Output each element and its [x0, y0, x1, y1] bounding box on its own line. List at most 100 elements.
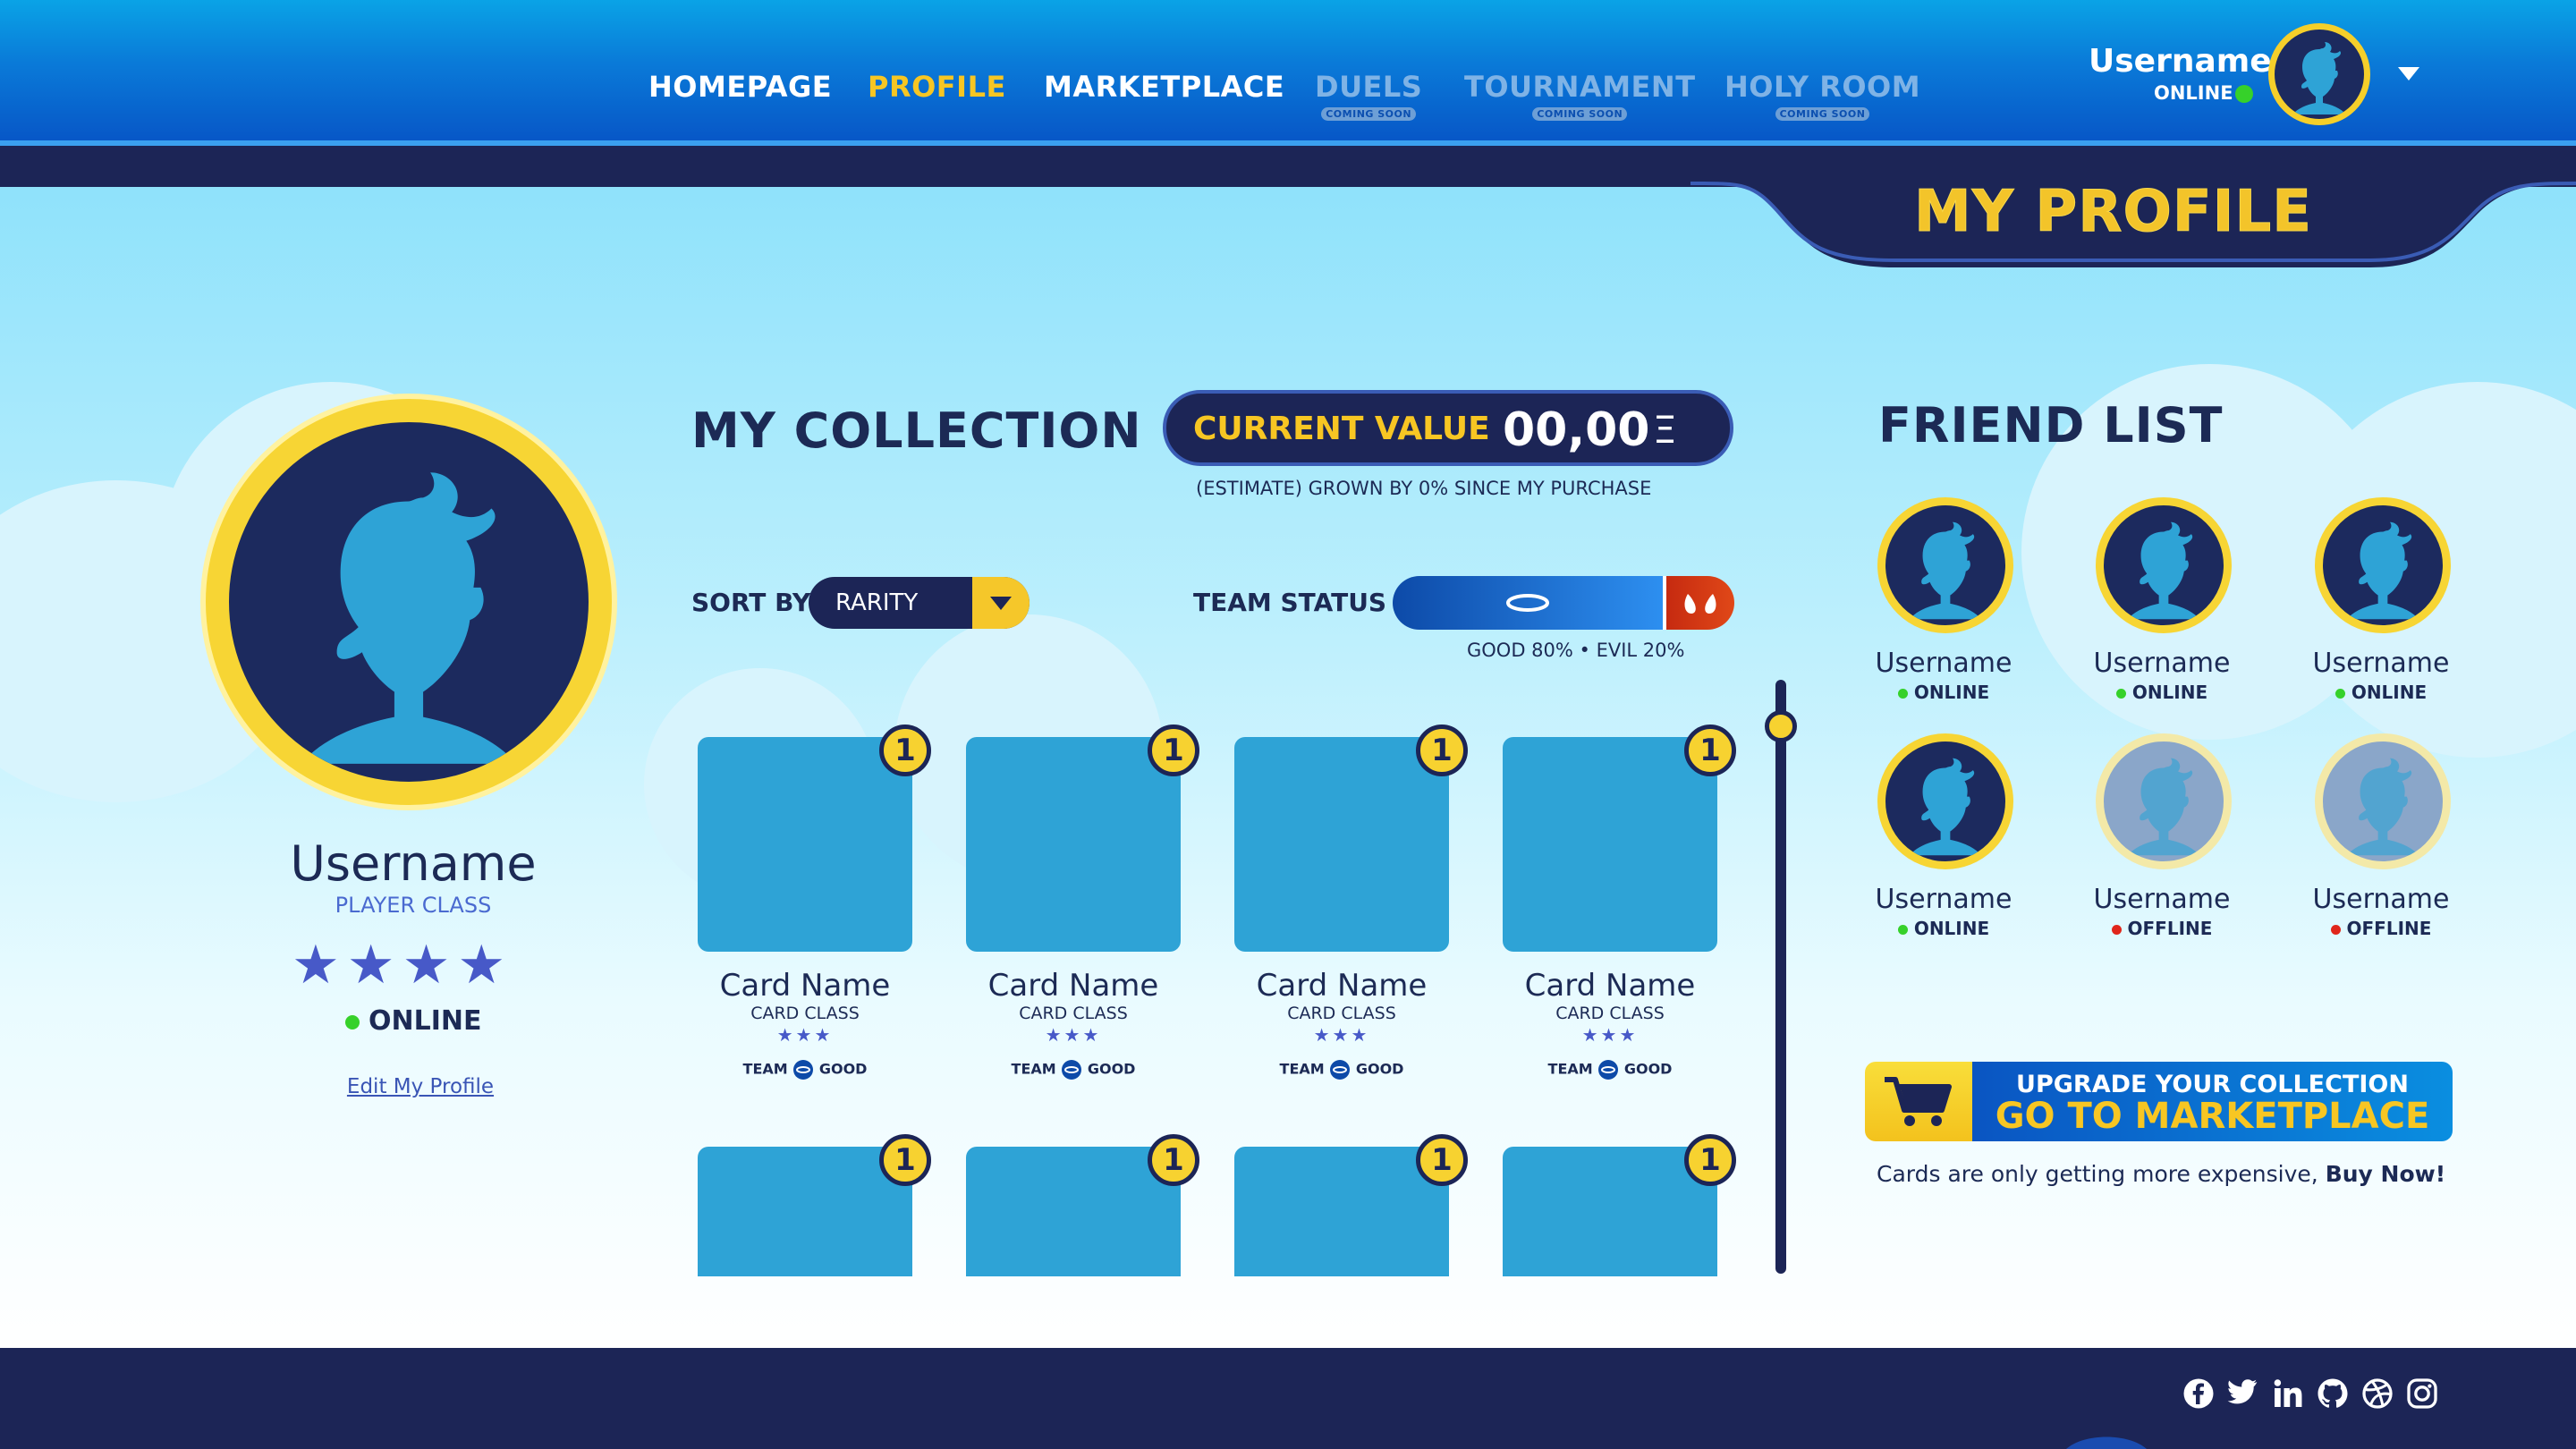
ethereum-icon: Ξ: [1653, 408, 1677, 452]
devil-horns-icon: [1684, 594, 1716, 614]
facebook-icon[interactable]: [2182, 1377, 2215, 1410]
card-count-badge: 1: [1148, 1134, 1199, 1186]
star-icon: ★: [402, 934, 458, 996]
current-value-label: CURRENT VALUE: [1193, 411, 1490, 447]
profile-avatar: [206, 399, 612, 805]
online-dot: [2115, 689, 2126, 699]
user-silhouette-icon: [2323, 741, 2443, 861]
team-evil-bar: [1665, 576, 1734, 630]
team-good-bar: [1393, 576, 1663, 630]
friend-avatar[interactable]: [2315, 733, 2451, 869]
page-title: MY PROFILE: [1914, 179, 2312, 246]
card-image[interactable]: [1234, 737, 1449, 952]
cta-line-1: UPGRADE YOUR COLLECTION: [2016, 1071, 2409, 1098]
card-count-badge: 1: [1148, 724, 1199, 776]
footer-decoration: [2066, 1436, 2147, 1449]
star-icon: ★: [776, 1024, 796, 1046]
current-value-amount: 00,00: [1503, 403, 1650, 457]
card-count-badge: 1: [1416, 724, 1468, 776]
profile-status: ONLINE: [206, 1005, 621, 1037]
online-dot: [1897, 689, 1908, 699]
nav-holy-room[interactable]: HOLY ROOM COMING SOON: [1724, 70, 1920, 121]
halo-icon: [1062, 1060, 1082, 1080]
friend-status: ONLINE: [1836, 918, 2051, 939]
friend-username: Username: [1875, 884, 2012, 915]
friend-username: Username: [2312, 884, 2450, 915]
friend-status: ONLINE: [1836, 682, 2051, 703]
instagram-icon[interactable]: [2406, 1377, 2438, 1410]
card-stars: ★★★: [1503, 1024, 1717, 1046]
card-image[interactable]: [1503, 737, 1717, 952]
nav-tournament[interactable]: TOURNAMENT COMING SOON: [1464, 70, 1696, 121]
nav-duels[interactable]: DUELS COMING SOON: [1315, 70, 1422, 121]
edit-profile-link[interactable]: Edit My Profile: [331, 1075, 510, 1098]
dribbble-icon[interactable]: [2361, 1377, 2394, 1410]
card-stars: ★★★: [1234, 1024, 1449, 1046]
card-name: Card Name: [1524, 968, 1696, 1004]
card-count-badge: 1: [1684, 724, 1736, 776]
friend-username: Username: [2093, 884, 2231, 915]
halo-icon: [1330, 1060, 1351, 1080]
star-icon: ★: [1063, 1024, 1083, 1046]
nav-homepage[interactable]: HOMEPAGE: [648, 70, 832, 104]
friend-avatar[interactable]: [2096, 497, 2232, 633]
friend-status: OFFLINE: [2055, 918, 2269, 939]
user-silhouette-icon: [1885, 505, 2005, 625]
user-silhouette-icon: [2104, 505, 2224, 625]
user-silhouette-icon: [2323, 505, 2443, 625]
halo-icon: [1505, 594, 1549, 612]
user-silhouette-icon: [2275, 30, 2364, 119]
linkedin-icon[interactable]: [2272, 1377, 2304, 1410]
star-icon: ★: [1045, 1024, 1064, 1046]
online-dot: [344, 1014, 360, 1030]
friend-status: OFFLINE: [2274, 918, 2488, 939]
friend-username: Username: [2312, 648, 2450, 679]
player-class: PLAYER CLASS: [335, 893, 492, 918]
cta-note: Cards are only getting more expensive, B…: [1877, 1161, 2446, 1187]
card-count-badge: 1: [879, 1134, 931, 1186]
card-team: TEAM GOOD: [698, 1059, 912, 1080]
twitter-icon[interactable]: [2227, 1377, 2259, 1410]
card-name: Card Name: [1256, 968, 1428, 1004]
card-team: TEAM GOOD: [966, 1059, 1181, 1080]
star-icon: ★: [292, 934, 347, 996]
sort-value: RARITY: [835, 589, 919, 616]
friend-avatar[interactable]: [2315, 497, 2451, 633]
online-dot: [2334, 689, 2345, 699]
nav-profile[interactable]: PROFILE: [868, 70, 1006, 104]
coming-soon-badge: COMING SOON: [1532, 107, 1628, 121]
card-class: CARD CLASS: [1287, 1004, 1396, 1023]
scrollbar-thumb[interactable]: [1765, 710, 1797, 742]
sort-dropdown-toggle[interactable]: [972, 577, 1030, 629]
chevron-down-icon[interactable]: [2397, 66, 2420, 82]
card-count-badge: 1: [1416, 1134, 1468, 1186]
collection-title: MY COLLECTION: [691, 402, 1142, 459]
go-to-marketplace-button[interactable]: UPGRADE YOUR COLLECTION GO TO MARKETPLAC…: [1865, 1062, 2453, 1141]
online-dot: [2234, 85, 2253, 103]
collection-scrollbar[interactable]: [1775, 680, 1786, 1274]
team-status-bar: [1393, 576, 1734, 630]
coming-soon-badge: COMING SOON: [1321, 107, 1417, 121]
card-stars: ★★★: [698, 1024, 912, 1046]
current-value-pill: CURRENT VALUE 00,00 Ξ: [1163, 390, 1733, 466]
header-avatar[interactable]: [2268, 23, 2370, 125]
card-name: Card Name: [987, 968, 1159, 1004]
card-image[interactable]: [966, 737, 1181, 952]
friend-avatar[interactable]: [1877, 733, 2013, 869]
sort-dropdown[interactable]: RARITY: [809, 577, 1030, 629]
team-status-label: TEAM STATUS: [1193, 588, 1387, 617]
nav-marketplace[interactable]: MARKETPLACE: [1044, 70, 1284, 104]
card-team: TEAM GOOD: [1503, 1059, 1717, 1080]
friend-avatar[interactable]: [1877, 497, 2013, 633]
cta-line-2: GO TO MARKETPLACE: [1995, 1096, 2430, 1137]
card-image[interactable]: [698, 737, 912, 952]
card-count-badge: 1: [879, 724, 931, 776]
estimate-note: (ESTIMATE) GROWN BY 0% SINCE MY PURCHASE: [1196, 478, 1652, 499]
coming-soon-badge: COMING SOON: [1775, 107, 1870, 121]
shopping-cart-icon: [1885, 1077, 1952, 1126]
star-icon: ★: [814, 1024, 834, 1046]
github-icon[interactable]: [2317, 1377, 2349, 1410]
header-username: Username: [2089, 43, 2272, 80]
friend-avatar[interactable]: [2096, 733, 2232, 869]
user-silhouette-icon: [1885, 741, 2005, 861]
